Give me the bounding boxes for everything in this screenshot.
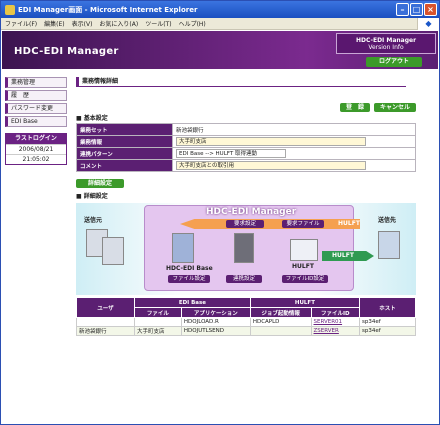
link-setting-button[interactable]: 連携設定	[226, 275, 262, 283]
cell-job	[249, 326, 312, 336]
form-row: 業務情報 大手町支店	[76, 135, 416, 148]
header-host: ホスト	[359, 297, 416, 318]
menu-help[interactable]: ヘルプ(H)	[179, 19, 206, 28]
fileid-link[interactable]: ZSERVER	[314, 328, 339, 334]
business-set-value: 新池袋銀行	[172, 123, 416, 136]
window-title: EDI Manager画面 - Microsoft Internet Explo…	[18, 5, 198, 14]
file-setting-button[interactable]: ファイル設定	[168, 275, 210, 283]
form-row: 業務セット 新池袋銀行	[76, 123, 416, 136]
hulft-arrow-top: HULFT	[338, 220, 360, 227]
header-edibase: EDI Base	[134, 297, 251, 308]
header-file: ファイル	[134, 307, 182, 318]
linkage-server-icon	[234, 233, 254, 263]
form-label: コメント	[76, 159, 173, 172]
cell-host: sp34ef	[359, 326, 416, 336]
version-title: HDC-EDI Manager	[355, 37, 417, 44]
title-bar: EDI Manager画面 - Microsoft Internet Explo…	[1, 1, 439, 18]
cell-host: sp34ef	[359, 317, 416, 327]
cell-file	[134, 317, 182, 327]
cell-job: HDCAPLD	[249, 317, 312, 327]
header-user: ユーザ	[76, 297, 135, 318]
comment-input[interactable]: 大手町支店との取引用	[176, 161, 366, 170]
cell-file: 大手町支店	[134, 326, 182, 336]
sidebar-item-password[interactable]: パスワード変更	[5, 103, 67, 114]
basic-form: 業務セット 新池袋銀行 業務情報 大手町支店 連携パターン EDI Base -…	[76, 123, 416, 172]
fileid-setting-button[interactable]: ファイルID設定	[282, 275, 328, 283]
menu-bar: ファイル(F) 編集(E) 表示(V) お気に入り(A) ツール(T) ヘルプ(…	[1, 17, 439, 30]
header-fileid: ファイルID	[310, 307, 361, 318]
fileid-link[interactable]: SERVER01	[314, 319, 343, 325]
cancel-button[interactable]: キャンセル	[373, 103, 416, 112]
last-login-box: ラストログイン 2006/08/21 21:05:02	[5, 133, 67, 165]
sidebar-item-history[interactable]: 履 歴	[5, 90, 67, 101]
detail-setting-button[interactable]: 詳細設定	[76, 179, 125, 188]
hulft-label: HULFT	[292, 263, 314, 270]
menu-favorites[interactable]: お気に入り(A)	[99, 19, 138, 28]
main-area: 業務管理 履 歴 パスワード変更 EDI Base ラストログイン 2006/0…	[2, 69, 438, 424]
flow-diagram: HDC-EDI Manager 送信元 送信先 HULFT 要求設定 要求ファイ…	[76, 203, 416, 295]
form-label: 連携パターン	[76, 147, 173, 160]
request-file-button[interactable]: 要求ファイル	[282, 220, 324, 228]
version-box[interactable]: HDC-EDI Manager Version Info	[336, 33, 436, 54]
request-setting-button[interactable]: 要求設定	[226, 220, 264, 228]
sidebar-item-edibase[interactable]: EDI Base	[5, 116, 67, 127]
app-title: HDC-EDI Manager	[14, 46, 119, 57]
header-application: アプリケーション	[180, 307, 251, 318]
form-label: 業務情報	[76, 135, 173, 148]
register-button[interactable]: 登 録	[339, 103, 370, 112]
maximize-button[interactable]: □	[410, 3, 423, 16]
diagram-title: HDC-EDI Manager	[206, 207, 297, 217]
business-info-input[interactable]: 大手町支店	[176, 137, 366, 146]
cell-app: HDOJLOAD.R	[180, 317, 251, 327]
hulft-arrow-bottom: HULFT	[332, 252, 354, 259]
detail-table: ユーザ EDI Base HULFT ホスト ファイル アプリケーション ジョブ…	[76, 297, 416, 336]
pattern-select[interactable]: EDI Base --> HULFT 取得連動	[176, 149, 286, 158]
header-hulft: HULFT	[249, 297, 361, 308]
cell-user	[76, 317, 135, 327]
last-login-label: ラストログイン	[6, 134, 66, 144]
logout-button[interactable]: ログアウト	[366, 57, 422, 67]
last-login-time: 21:05:02	[6, 154, 66, 164]
ie-icon	[5, 4, 15, 15]
form-label: 業務セット	[76, 123, 173, 136]
hulft-window-icon	[290, 239, 318, 261]
source-server-icon	[102, 237, 124, 265]
page-title: 業務情報詳細	[76, 77, 406, 87]
content: 業務情報詳細 登 録 キャンセル ■ 基本設定 業務セット 新池袋銀行 業務情報…	[76, 77, 416, 336]
detail-section-title: ■ 詳細設定	[76, 193, 108, 200]
form-row: コメント 大手町支店との取引用	[76, 159, 416, 172]
destination-server-icon	[378, 231, 400, 259]
source-label: 送信元	[84, 217, 103, 224]
sidebar: 業務管理 履 歴 パスワード変更 EDI Base ラストログイン 2006/0…	[5, 77, 67, 165]
minimize-button[interactable]: –	[396, 3, 409, 16]
last-login-date: 2006/08/21	[6, 144, 66, 154]
edibase-label: HDC-EDI Base	[166, 265, 213, 272]
table-row: HDOJLOAD.R HDCAPLD SERVER01 sp34ef	[76, 317, 416, 327]
table-row: 新池袋銀行 大手町支店 HDOJUTLSEND ZSERVER sp34ef	[76, 326, 416, 336]
close-button[interactable]: ×	[424, 3, 437, 16]
cell-app: HDOJUTLSEND	[180, 326, 251, 336]
cell-user: 新池袋銀行	[76, 326, 135, 336]
app-header: HDC-EDI Manager HDC-EDI Manager Version …	[2, 31, 438, 69]
menu-file[interactable]: ファイル(F)	[5, 19, 37, 28]
windows-logo-icon: ◆	[417, 17, 439, 30]
sidebar-item-business[interactable]: 業務管理	[5, 77, 67, 88]
request-arrow-icon	[180, 219, 360, 229]
menu-edit[interactable]: 編集(E)	[44, 19, 64, 28]
version-info: Version Info	[368, 44, 404, 52]
menu-view[interactable]: 表示(V)	[72, 19, 93, 28]
form-row: 連携パターン EDI Base --> HULFT 取得連動	[76, 147, 416, 160]
edibase-server-icon	[172, 233, 194, 263]
header-job: ジョブ起動情報	[249, 307, 312, 318]
destination-label: 送信先	[378, 217, 397, 224]
menu-tools[interactable]: ツール(T)	[145, 19, 171, 28]
browser-window: EDI Manager画面 - Microsoft Internet Explo…	[0, 0, 440, 425]
basic-section-title: ■ 基本設定	[76, 115, 108, 122]
